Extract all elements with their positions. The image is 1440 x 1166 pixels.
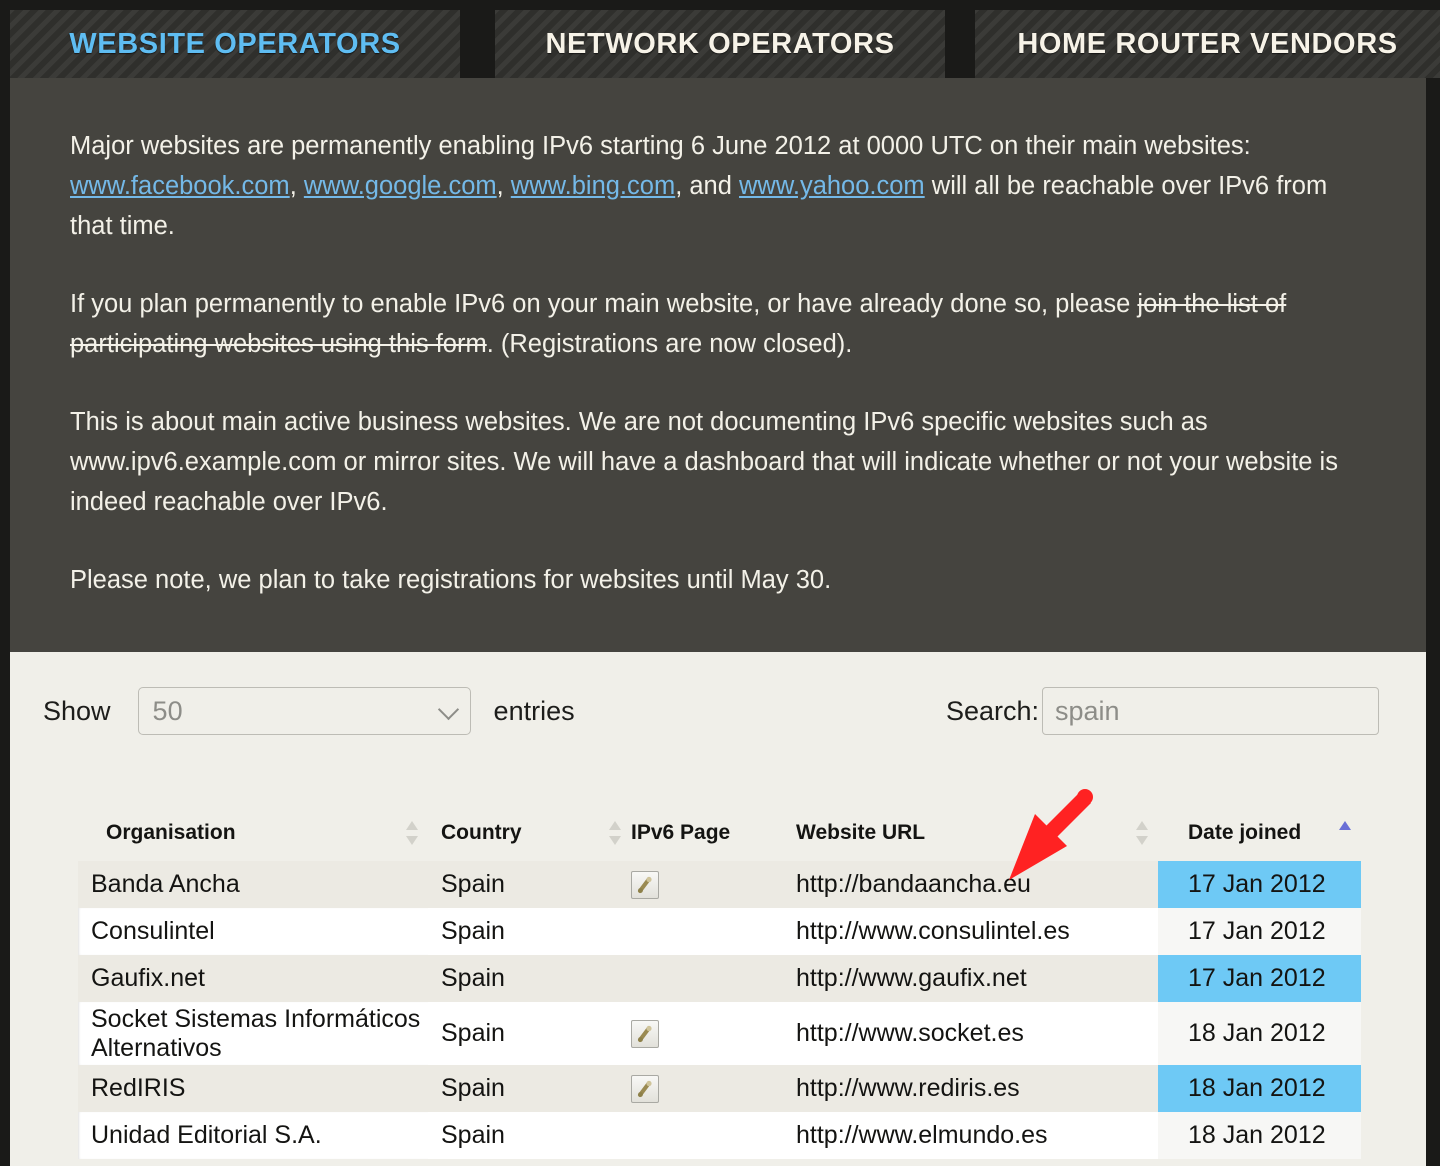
tab-network-operators[interactable]: NETWORK OPERATORS [495,10,945,78]
column-header-website-url-label: Website URL [796,821,926,844]
page-length-control: Show 50 entries [43,687,575,735]
cell-organisation: Consulintel [78,908,428,955]
tab-network-operators-label: NETWORK OPERATORS [545,27,895,60]
intro-paragraph-3: This is about main active business websi… [70,408,1338,516]
tab-home-router-vendors[interactable]: HOME ROUTER VENDORS [975,10,1440,78]
cell-country: Spain [428,1112,631,1159]
intro-sep-1: , [289,172,304,200]
table-row: Unidad Editorial S.A. Spain http://www.elm… [78,1112,1361,1159]
cell-date-joined: 18 Jan 2012 [1158,1065,1361,1112]
intro-panel: Major websites are permanently enabling … [10,78,1426,652]
intro-sep-2: , [496,172,511,200]
intro-sep-3: , and [675,172,740,200]
ipv6-page-link-icon[interactable] [631,1020,659,1049]
ipv6-page-link-icon[interactable] [631,871,659,900]
chevron-down-icon [437,698,459,721]
column-header-ipv6-page-label: IPv6 Page [631,821,731,844]
page-length-select[interactable]: 50 [137,687,471,735]
cell-country: Spain [428,955,631,1002]
cell-date-joined: 18 Jan 2012 [1158,1002,1361,1065]
cell-date-joined: 17 Jan 2012 [1158,861,1361,908]
table-row: Consulintel Spain http://www.consulintel.e… [78,908,1361,955]
table-row: Gaufix.net Spain http://www.gaufix.net 17 J… [78,955,1361,1002]
cell-website-url: http://www.socket.es [783,1002,1158,1065]
ipv6-page-link-icon[interactable] [631,1075,659,1104]
cell-ipv6-page [631,1112,783,1159]
search-control: Search: [946,687,1379,735]
tab-website-operators-label: WEBSITE OPERATORS [69,27,401,60]
column-header-ipv6-page[interactable]: IPv6 Page [631,805,783,861]
cell-organisation: Gaufix.net [78,955,428,1002]
cell-website-url: http://www.elmundo.es [783,1112,1158,1159]
intro-p2-text-before: If you plan permanently to enable IPv6 o… [70,290,1138,318]
table-header-row: Organisation Country IPv6 Page Website U… [78,805,1361,861]
table-controls: Show 50 entries Search: [10,652,1426,757]
sort-arrows-website-url-icon[interactable] [1136,821,1149,845]
table-row: Socket Sistemas Informáticos Alternativo… [78,1002,1361,1065]
cell-ipv6-page [631,1002,783,1065]
link-yahoo[interactable]: www.yahoo.com [739,172,925,200]
cell-website-url: http://www.consulintel.es [783,908,1158,955]
cell-organisation: RedIRIS [78,1065,428,1112]
sort-arrows-country-icon[interactable] [609,821,622,845]
tab-bar: WEBSITE OPERATORS NETWORK OPERATORS HOME… [0,0,1440,78]
cell-website-url: http://bandaancha.eu [783,861,1158,908]
page-length-value: 50 [152,695,183,726]
cell-country: Spain [428,861,631,908]
cell-country: Spain [428,908,631,955]
entries-label: entries [493,695,575,726]
link-bing[interactable]: www.bing.com [511,172,675,200]
column-header-organisation-label: Organisation [106,821,236,844]
intro-paragraph-4: Please note, we plan to take registratio… [70,566,832,594]
cell-ipv6-page [631,861,783,908]
cell-organisation: Socket Sistemas Informáticos Alternativo… [78,1002,428,1065]
intro-p2-text-after: . (Registrations are now closed). [486,330,853,358]
cell-date-joined: 17 Jan 2012 [1158,955,1361,1002]
column-header-organisation[interactable]: Organisation [78,805,428,861]
cell-ipv6-page [631,908,783,955]
cell-organisation: Unidad Editorial S.A. [78,1112,428,1159]
cell-ipv6-page [631,1065,783,1112]
cell-date-joined: 18 Jan 2012 [1158,1112,1361,1159]
column-header-country-label: Country [441,821,522,844]
table-head: Organisation Country IPv6 Page Website U… [78,805,1361,861]
intro-paragraph-2: If you plan permanently to enable IPv6 o… [70,284,1368,364]
column-header-date-joined[interactable]: Date joined [1158,805,1361,861]
page-root: WEBSITE OPERATORS NETWORK OPERATORS HOME… [0,0,1440,1166]
link-google[interactable]: www.google.com [304,172,497,200]
column-header-country[interactable]: Country [428,805,631,861]
cell-organisation: Banda Ancha [78,861,428,908]
show-label: Show [43,695,111,726]
cell-website-url: http://www.gaufix.net [783,955,1158,1002]
search-label: Search: [945,695,1039,726]
cell-country: Spain [428,1002,631,1065]
link-facebook[interactable]: www.facebook.com [70,172,290,200]
table-row: Banda Ancha Spain http://bandaancha.eu 17 J… [78,861,1361,908]
table-body: Banda Ancha Spain http://bandaancha.eu 17 J… [78,861,1361,1159]
results-table: Organisation Country IPv6 Page Website U… [78,805,1361,1159]
tab-home-router-vendors-label: HOME ROUTER VENDORS [1017,27,1398,60]
intro-p1-text-before: Major websites are permanently enabling … [70,132,1251,160]
tab-website-operators[interactable]: WEBSITE OPERATORS [10,10,460,78]
sort-arrows-organisation-icon[interactable] [406,821,419,845]
sort-arrow-ascending-icon[interactable] [1339,821,1352,845]
cell-ipv6-page [631,955,783,1002]
column-header-date-joined-label: Date joined [1188,821,1302,844]
search-input[interactable] [1042,687,1379,735]
cell-website-url: http://www.rediris.es [783,1065,1158,1112]
table-row: RedIRIS Spain http://www.rediris.es 18 Jan … [78,1065,1361,1112]
cell-country: Spain [428,1065,631,1112]
intro-paragraph-1: Major websites are permanently enabling … [70,126,1368,246]
column-header-website-url[interactable]: Website URL [783,805,1158,861]
cell-date-joined: 17 Jan 2012 [1158,908,1361,955]
